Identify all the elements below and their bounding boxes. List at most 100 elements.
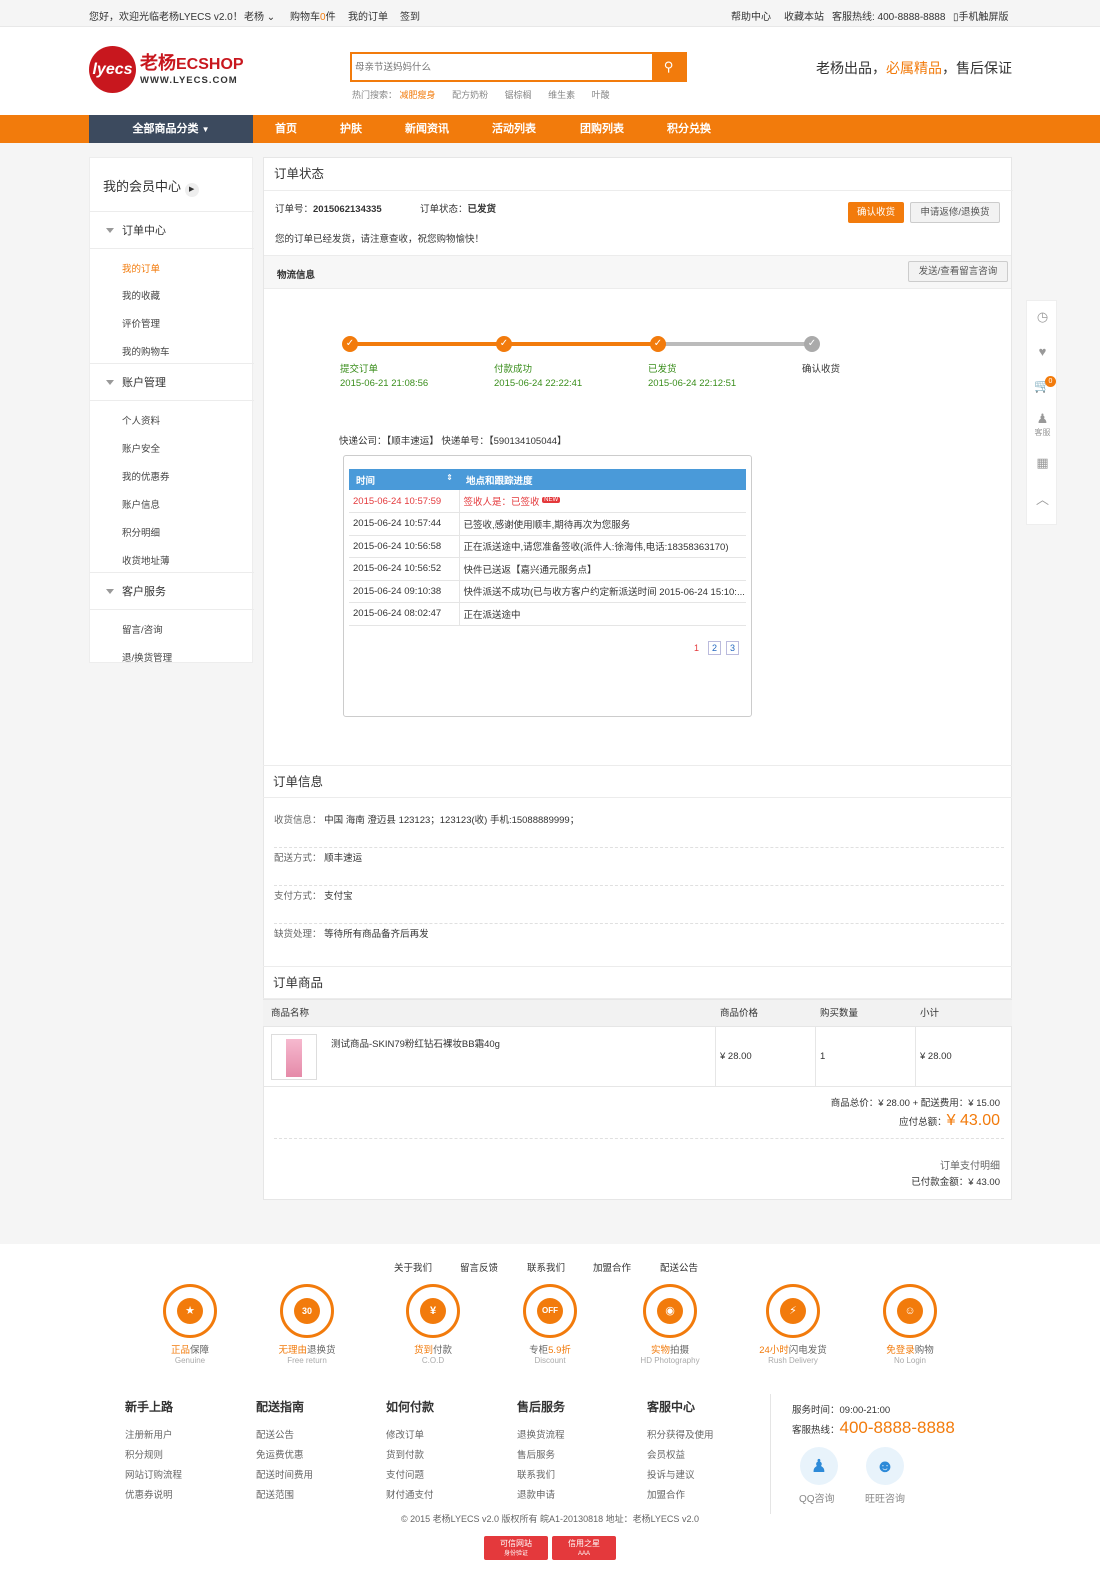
page-1[interactable]: 1 bbox=[690, 641, 703, 655]
logo-badge[interactable]: lyecs bbox=[89, 46, 136, 93]
sidebar-item-account-info[interactable]: 账户信息 bbox=[122, 497, 160, 511]
sidebar-item-messages[interactable]: 留言/咨询 bbox=[122, 622, 163, 636]
sidebar-item-favorites[interactable]: 我的收藏 bbox=[122, 288, 160, 302]
footer-link[interactable]: 留言反馈 bbox=[460, 1260, 498, 1274]
order-status-title: 订单状态 bbox=[264, 158, 1013, 191]
check-icon: ✓ bbox=[496, 336, 512, 352]
order-goods-title: 订单商品 bbox=[263, 966, 1012, 999]
badge-free-return: 30 无理由退换货 Free return bbox=[262, 1284, 352, 1365]
payable-total: 应付总额：¥ 43.00 bbox=[899, 1112, 1000, 1129]
sidebar-section-orders[interactable]: 订单中心 bbox=[90, 211, 254, 249]
sidebar-item-cart[interactable]: 我的购物车 bbox=[122, 344, 170, 358]
new-badge: NEW bbox=[542, 496, 561, 503]
search-button[interactable]: ⚲ bbox=[652, 54, 685, 80]
step-label: 确认收货 bbox=[802, 364, 841, 375]
member-center-title[interactable]: 我的会员中心 ▶ bbox=[103, 176, 199, 197]
qrcode-icon[interactable]: ▦ bbox=[1027, 455, 1058, 471]
page-3[interactable]: 3 bbox=[726, 641, 739, 655]
footer-link[interactable]: 配送公告 bbox=[660, 1260, 698, 1274]
sidebar-item-points[interactable]: 积分明细 bbox=[122, 525, 160, 539]
confirm-receipt-button[interactable]: 确认收货 bbox=[848, 202, 904, 223]
nav-group-buy[interactable]: 团购列表 bbox=[580, 115, 624, 143]
sidebar-section-service[interactable]: 客户服务 bbox=[90, 572, 254, 610]
service-button[interactable]: ♟ 客服 bbox=[1027, 411, 1058, 438]
mobile-link[interactable]: ▯手机触屏版 bbox=[953, 8, 1009, 23]
sidebar-item-coupons[interactable]: 我的优惠券 bbox=[122, 469, 170, 483]
goods-table-header: 商品名称 商品价格 购买数量 小计 bbox=[263, 999, 1012, 1027]
ww-consult[interactable]: 旺旺咨询 bbox=[865, 1490, 905, 1505]
gift-icon: ¥ bbox=[420, 1298, 446, 1324]
tag-icon: OFF bbox=[537, 1298, 563, 1324]
hotline-text: 客服热线: 400-8888-8888 bbox=[832, 12, 946, 23]
footer-col-service: 客服中心 积分获得及使用 会员权益 投诉与建议 加盟合作 bbox=[647, 1400, 714, 1501]
qq-consult[interactable]: QQ咨询 bbox=[799, 1490, 835, 1505]
signin-link[interactable]: 签到 bbox=[400, 8, 420, 23]
tracking-box: 时间 ⇕ 地点和跟踪进度 2015-06-24 10:57:59 签收人是：已签收 … bbox=[343, 455, 752, 717]
logistics-title: 物流信息 bbox=[277, 270, 316, 281]
favorite-link[interactable]: 收藏本站 bbox=[784, 8, 824, 23]
credit-badge[interactable]: 信用之星 AAA bbox=[552, 1536, 616, 1560]
badge-discount: OFF 专柜5.9折 Discount bbox=[505, 1284, 595, 1365]
logistics-bar: 物流信息 发送/查看留言咨询 bbox=[264, 255, 1011, 289]
hot-keyword[interactable]: 减肥瘦身 bbox=[400, 90, 436, 100]
col-time[interactable]: 时间 ⇕ bbox=[349, 469, 459, 490]
hot-keyword[interactable]: 配方奶粉 bbox=[452, 90, 488, 100]
product-qty: 1 bbox=[820, 1051, 826, 1062]
table-row: 2015-06-24 09:10:38 快件派送不成功(已与收方客户约定新派送时间… bbox=[349, 580, 746, 603]
heart-icon[interactable]: ♥ bbox=[1027, 344, 1058, 359]
product-thumbnail[interactable] bbox=[271, 1034, 317, 1080]
sidebar-item-my-orders[interactable]: 我的订单 bbox=[122, 261, 160, 275]
hot-keyword[interactable]: 叶酸 bbox=[592, 90, 610, 100]
sidebar-item-addresses[interactable]: 收货地址薄 bbox=[122, 553, 170, 567]
sort-icon: ⇕ bbox=[446, 472, 453, 482]
nav-home[interactable]: 首页 bbox=[275, 115, 297, 143]
hot-keyword[interactable]: 锯棕榈 bbox=[505, 90, 532, 100]
message-button[interactable]: 发送/查看留言咨询 bbox=[908, 261, 1008, 282]
trust-badge[interactable]: 可信网站 身份验证 bbox=[484, 1536, 548, 1560]
sidebar-item-reviews[interactable]: 评价管理 bbox=[122, 316, 160, 330]
cart-icon[interactable]: 🛒 0 bbox=[1027, 376, 1058, 394]
my-orders-link[interactable]: 我的订单 bbox=[348, 8, 388, 23]
info-row-stockout: 缺货处理： 等待所有商品备齐后再发 bbox=[274, 929, 429, 940]
sidebar-item-security[interactable]: 账户安全 bbox=[122, 441, 160, 455]
qq-icon[interactable]: ♟ bbox=[800, 1447, 838, 1485]
back-to-top-icon[interactable]: ︿ bbox=[1027, 489, 1058, 508]
copyright: © 2015 老杨LYECS v2.0 版权所有 皖A1-20130818 地址… bbox=[401, 1514, 699, 1524]
search-input[interactable] bbox=[355, 58, 645, 76]
sidebar-section-account[interactable]: 账户管理 bbox=[90, 363, 254, 401]
progress-todo bbox=[656, 342, 809, 346]
badge-genuine: ★ 正品保障 Genuine bbox=[145, 1284, 235, 1365]
goods-row: 测试商品-SKIN79粉红钻石裸妆BB霜40g ¥ 28.00 1 ¥ 28.0… bbox=[263, 1027, 1012, 1087]
table-row: 2015-06-24 10:57:59 签收人是：已签收 NEW bbox=[349, 490, 746, 513]
check-icon: ✓ bbox=[342, 336, 358, 352]
all-categories-button[interactable]: 全部商品分类 ▼ bbox=[89, 115, 253, 143]
footer-col-payment: 如何付款 修改订单 货到付款 支付问题 财付通支付 bbox=[386, 1400, 435, 1501]
nav-skincare[interactable]: 护肤 bbox=[340, 115, 362, 143]
nav-news[interactable]: 新闻资讯 bbox=[405, 115, 449, 143]
footer-link[interactable]: 关于我们 bbox=[394, 1260, 432, 1274]
sidebar-item-profile[interactable]: 个人资料 bbox=[122, 413, 160, 427]
product-name[interactable]: 测试商品-SKIN79粉红钻石裸妆BB霜40g bbox=[331, 1036, 500, 1050]
order-info-title: 订单信息 bbox=[263, 765, 1012, 798]
page-2[interactable]: 2 bbox=[708, 641, 721, 655]
nav-points-exchange[interactable]: 积分兑换 bbox=[667, 115, 711, 143]
order-notice: 您的订单已经发货，请注意查收，祝您购物愉快！ bbox=[275, 234, 485, 245]
history-icon[interactable]: ◷ bbox=[1027, 309, 1058, 325]
wangwang-icon[interactable]: ☻ bbox=[866, 1447, 904, 1485]
hot-keyword[interactable]: 维生素 bbox=[548, 90, 575, 100]
welcome-text: 您好，欢迎光临老杨LYECS v2.0！ bbox=[89, 12, 243, 23]
order-number: 订单号：2015062134335 bbox=[275, 204, 382, 215]
sidebar-item-returns[interactable]: 退/换货管理 bbox=[122, 650, 172, 664]
footer-link[interactable]: 联系我们 bbox=[527, 1260, 565, 1274]
return-repair-button[interactable]: 申请返修/退换货 bbox=[910, 202, 1000, 223]
main-nav: 全部商品分类 ▼ 首页 护肤 新闻资讯 活动列表 团购列表 积分兑换 bbox=[0, 115, 1100, 143]
play-icon: ▶ bbox=[184, 183, 199, 197]
step-label: 已发货 bbox=[648, 364, 677, 375]
help-link[interactable]: 帮助中心 bbox=[731, 8, 771, 23]
footer-link[interactable]: 加盟合作 bbox=[593, 1260, 631, 1274]
product-subtotal: ¥ 28.00 bbox=[920, 1051, 952, 1062]
cart-link[interactable]: 购物车0件 bbox=[290, 8, 336, 23]
user-menu[interactable]: 老杨 ⌄ bbox=[244, 8, 275, 23]
nav-activities[interactable]: 活动列表 bbox=[492, 115, 536, 143]
logo-text[interactable]: 老杨ECSHOP bbox=[140, 49, 244, 75]
